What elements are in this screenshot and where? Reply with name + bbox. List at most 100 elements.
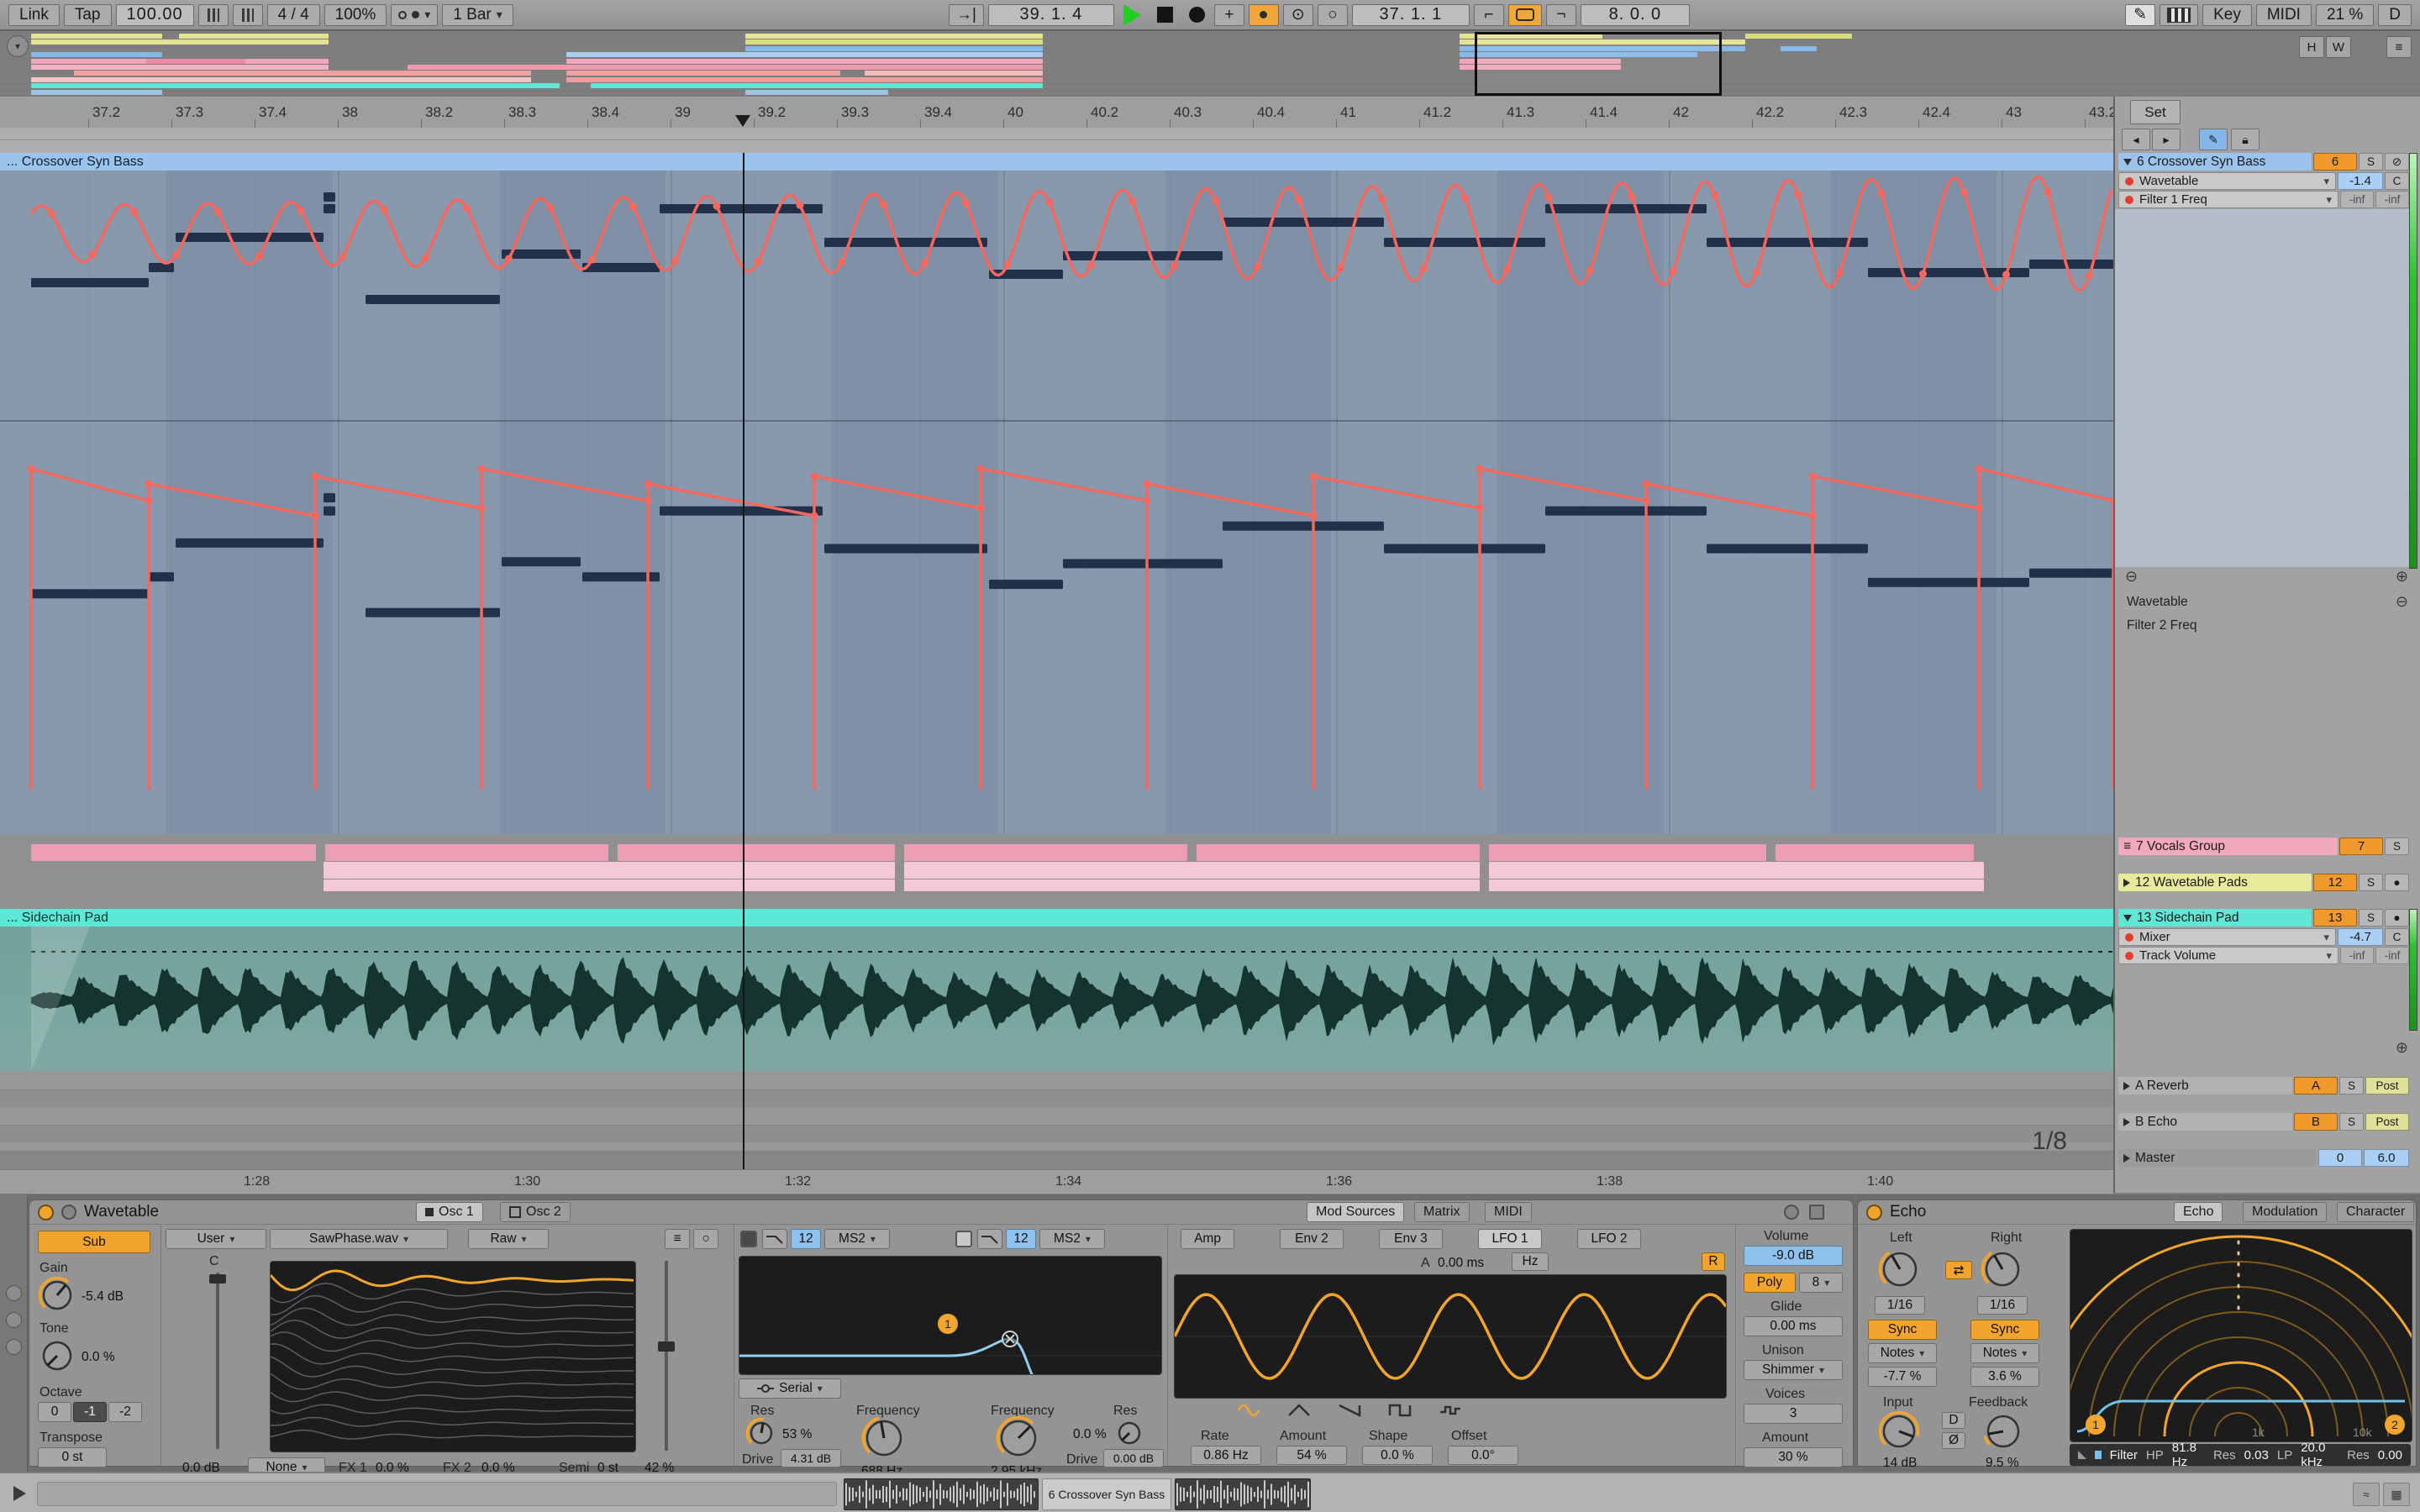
punch-out-button[interactable]: ¬	[1545, 3, 1576, 26]
overview-collapse-icon[interactable]: ▾	[7, 35, 29, 57]
tab-osc2[interactable]: Osc 2	[500, 1202, 571, 1222]
filter2-type[interactable]: MS2 ▾	[1039, 1229, 1105, 1249]
collapsed-clip[interactable]	[324, 862, 895, 879]
midi-map-button[interactable]: MIDI	[2255, 3, 2312, 26]
track-header-return-b[interactable]: B Echo B S Post	[2118, 1113, 2409, 1131]
track-name-return-b[interactable]: B Echo	[2118, 1113, 2292, 1131]
loop-start-field[interactable]: 37. 1. 1	[1351, 3, 1470, 26]
triangle-shape-icon[interactable]	[1285, 1402, 1315, 1419]
collapsed-clip[interactable]	[1489, 862, 1984, 879]
quantize-menu[interactable]: 1 Bar ▾	[442, 3, 513, 26]
tap-tempo-button[interactable]: Tap	[63, 3, 112, 26]
track-header-bass[interactable]: 6 Crossover Syn Bass 6 S ⊘	[2118, 153, 2409, 171]
capture-midi-button[interactable]: ○	[1317, 3, 1348, 26]
show-devices-icon[interactable]	[6, 1285, 22, 1301]
track-name-vocals[interactable]: ≡ 7 Vocals Group	[2118, 837, 2338, 855]
tone-value[interactable]: 0.0 %	[82, 1350, 115, 1365]
filter2-curve-icon[interactable]	[977, 1229, 1002, 1249]
send-b-field[interactable]: -inf	[2375, 947, 2409, 964]
hot-swap-icon[interactable]	[1784, 1205, 1799, 1220]
show-clip-icon[interactable]	[6, 1312, 22, 1328]
circle-view-icon[interactable]: ○	[693, 1229, 718, 1249]
octave-minus2[interactable]: -2	[108, 1402, 142, 1422]
amount-field[interactable]: 54 %	[1276, 1446, 1347, 1465]
poly-mode[interactable]: Poly	[1744, 1273, 1796, 1293]
solo-button[interactable]: S	[2339, 1077, 2364, 1095]
dry-toggle[interactable]: D	[1942, 1412, 1965, 1429]
tab-matrix[interactable]: Matrix	[1414, 1202, 1470, 1222]
filter1-type[interactable]: MS2 ▾	[824, 1229, 890, 1249]
collapsed-clip[interactable]	[31, 844, 317, 861]
track-name-return-a[interactable]: A Reverb	[2118, 1077, 2292, 1095]
tempo-field[interactable]: 100.00	[115, 3, 194, 26]
collapsed-clip[interactable]	[1197, 844, 1480, 861]
return-lane[interactable]	[0, 1125, 2113, 1142]
re-enable-automation-button[interactable]: ⊙	[1282, 3, 1313, 26]
set-locator-button[interactable]: Set	[2130, 100, 2181, 124]
collapsed-track-strips[interactable]	[0, 834, 2113, 909]
filter-display[interactable]: 1	[739, 1256, 1162, 1375]
loop-length-field[interactable]: 8. 0. 0	[1580, 3, 1690, 26]
device-power-button[interactable]	[1866, 1204, 1882, 1221]
collapsed-clip[interactable]	[904, 879, 1480, 891]
pad-track-lane[interactable]	[0, 927, 2113, 1071]
octave-0[interactable]: 0	[38, 1402, 71, 1422]
track-header-vocals[interactable]: ≡ 7 Vocals Group 7 S	[2118, 837, 2409, 855]
arrangement-area[interactable]: ... Crossover Syn Bass ... Sidechain Pad…	[0, 153, 2113, 1169]
fold-lane-icon[interactable]: ⊖	[2125, 568, 2138, 585]
stop-button[interactable]	[1156, 7, 1173, 23]
tab-character[interactable]: Character	[2337, 1202, 2415, 1222]
beat-time-ruler[interactable]: 37.2 37.3 37.4 38 38.2 38.3 38.4 39 39.2 39.3 39.4…	[0, 97, 2113, 129]
save-preset-icon[interactable]	[1809, 1205, 1824, 1220]
sub-button[interactable]: Sub	[38, 1231, 150, 1253]
filter1-slope[interactable]: 12	[791, 1229, 821, 1249]
draw-mode-button[interactable]: ✎	[2125, 3, 2156, 26]
res2-value[interactable]: 0.0 %	[1073, 1427, 1107, 1442]
master-lane[interactable]	[0, 1151, 2113, 1169]
filter2-slope[interactable]: 12	[1006, 1229, 1036, 1249]
gain-value[interactable]: -5.4 dB	[82, 1289, 124, 1305]
automation-mode-button[interactable]: ✎	[2199, 129, 2228, 150]
left-time-knob[interactable]	[1878, 1247, 1922, 1291]
left-division-field[interactable]: 1/16	[1875, 1296, 1925, 1315]
track-number[interactable]: B	[2294, 1113, 2338, 1131]
return-track-lanes[interactable]	[0, 1071, 2113, 1169]
track-volume-field[interactable]: -1.4	[2338, 172, 2383, 190]
drive2-field[interactable]: 0.00 dB	[1103, 1449, 1164, 1467]
collapsed-clip[interactable]	[904, 862, 1480, 879]
left-sync-mode[interactable]: Notes ▾	[1868, 1343, 1937, 1363]
unison-mode[interactable]: Shimmer ▾	[1744, 1360, 1843, 1380]
arrangement-overview[interactable]: ▾ H W ≡	[0, 31, 2420, 98]
filter-routing[interactable]: Serial ▾	[739, 1378, 841, 1399]
transpose-field[interactable]: 0 st	[38, 1447, 107, 1467]
remove-lane-icon[interactable]: ⊖	[2396, 593, 2408, 611]
device-power-button[interactable]	[38, 1204, 54, 1221]
prev-locator-button[interactable]: ◂	[2122, 129, 2150, 150]
automation-device-chooser[interactable]: Mixer ▾	[2118, 928, 2336, 946]
punch-in-button[interactable]: ⌐	[1473, 3, 1504, 26]
groove-amount-field[interactable]: 100%	[324, 3, 387, 26]
add-lane-icon[interactable]: ⊕	[2396, 1039, 2408, 1057]
solo-button[interactable]: S	[2339, 1113, 2364, 1131]
scrub-area[interactable]	[0, 128, 2113, 154]
bass-track-lane[interactable]	[0, 171, 2113, 834]
input-value[interactable]: 14 dB	[1883, 1456, 1918, 1471]
right-offset-field[interactable]: 3.6 %	[1970, 1367, 2039, 1387]
collapsed-clip[interactable]	[1489, 879, 1984, 891]
track-name-master[interactable]: Master	[2118, 1149, 2317, 1167]
lfo-hz-toggle[interactable]: Hz	[1512, 1252, 1549, 1271]
track-number[interactable]: 13	[2313, 909, 2357, 927]
clip-title-bass[interactable]: ... Crossover Syn Bass	[0, 153, 2113, 171]
mod-tab-lfo2[interactable]: LFO 2	[1577, 1229, 1641, 1249]
right-sync-toggle[interactable]: Sync	[1970, 1320, 2039, 1340]
automation-param-chooser[interactable]: Track Volume ▾	[2118, 947, 2338, 964]
rate-field[interactable]: 0.86 Hz	[1191, 1446, 1261, 1465]
overview-h-button[interactable]: H	[2299, 36, 2324, 58]
preview-play-icon[interactable]	[13, 1486, 26, 1501]
saw-down-shape-icon[interactable]	[1335, 1402, 1365, 1419]
left-sync-toggle[interactable]: Sync	[1868, 1320, 1937, 1340]
time-signature-field[interactable]: 4 / 4	[266, 3, 320, 26]
track-volume-field[interactable]: -4.7	[2338, 928, 2383, 946]
collapsed-clip[interactable]	[618, 844, 895, 861]
automation-lane-label[interactable]: Filter 2 Freq	[2127, 618, 2197, 633]
